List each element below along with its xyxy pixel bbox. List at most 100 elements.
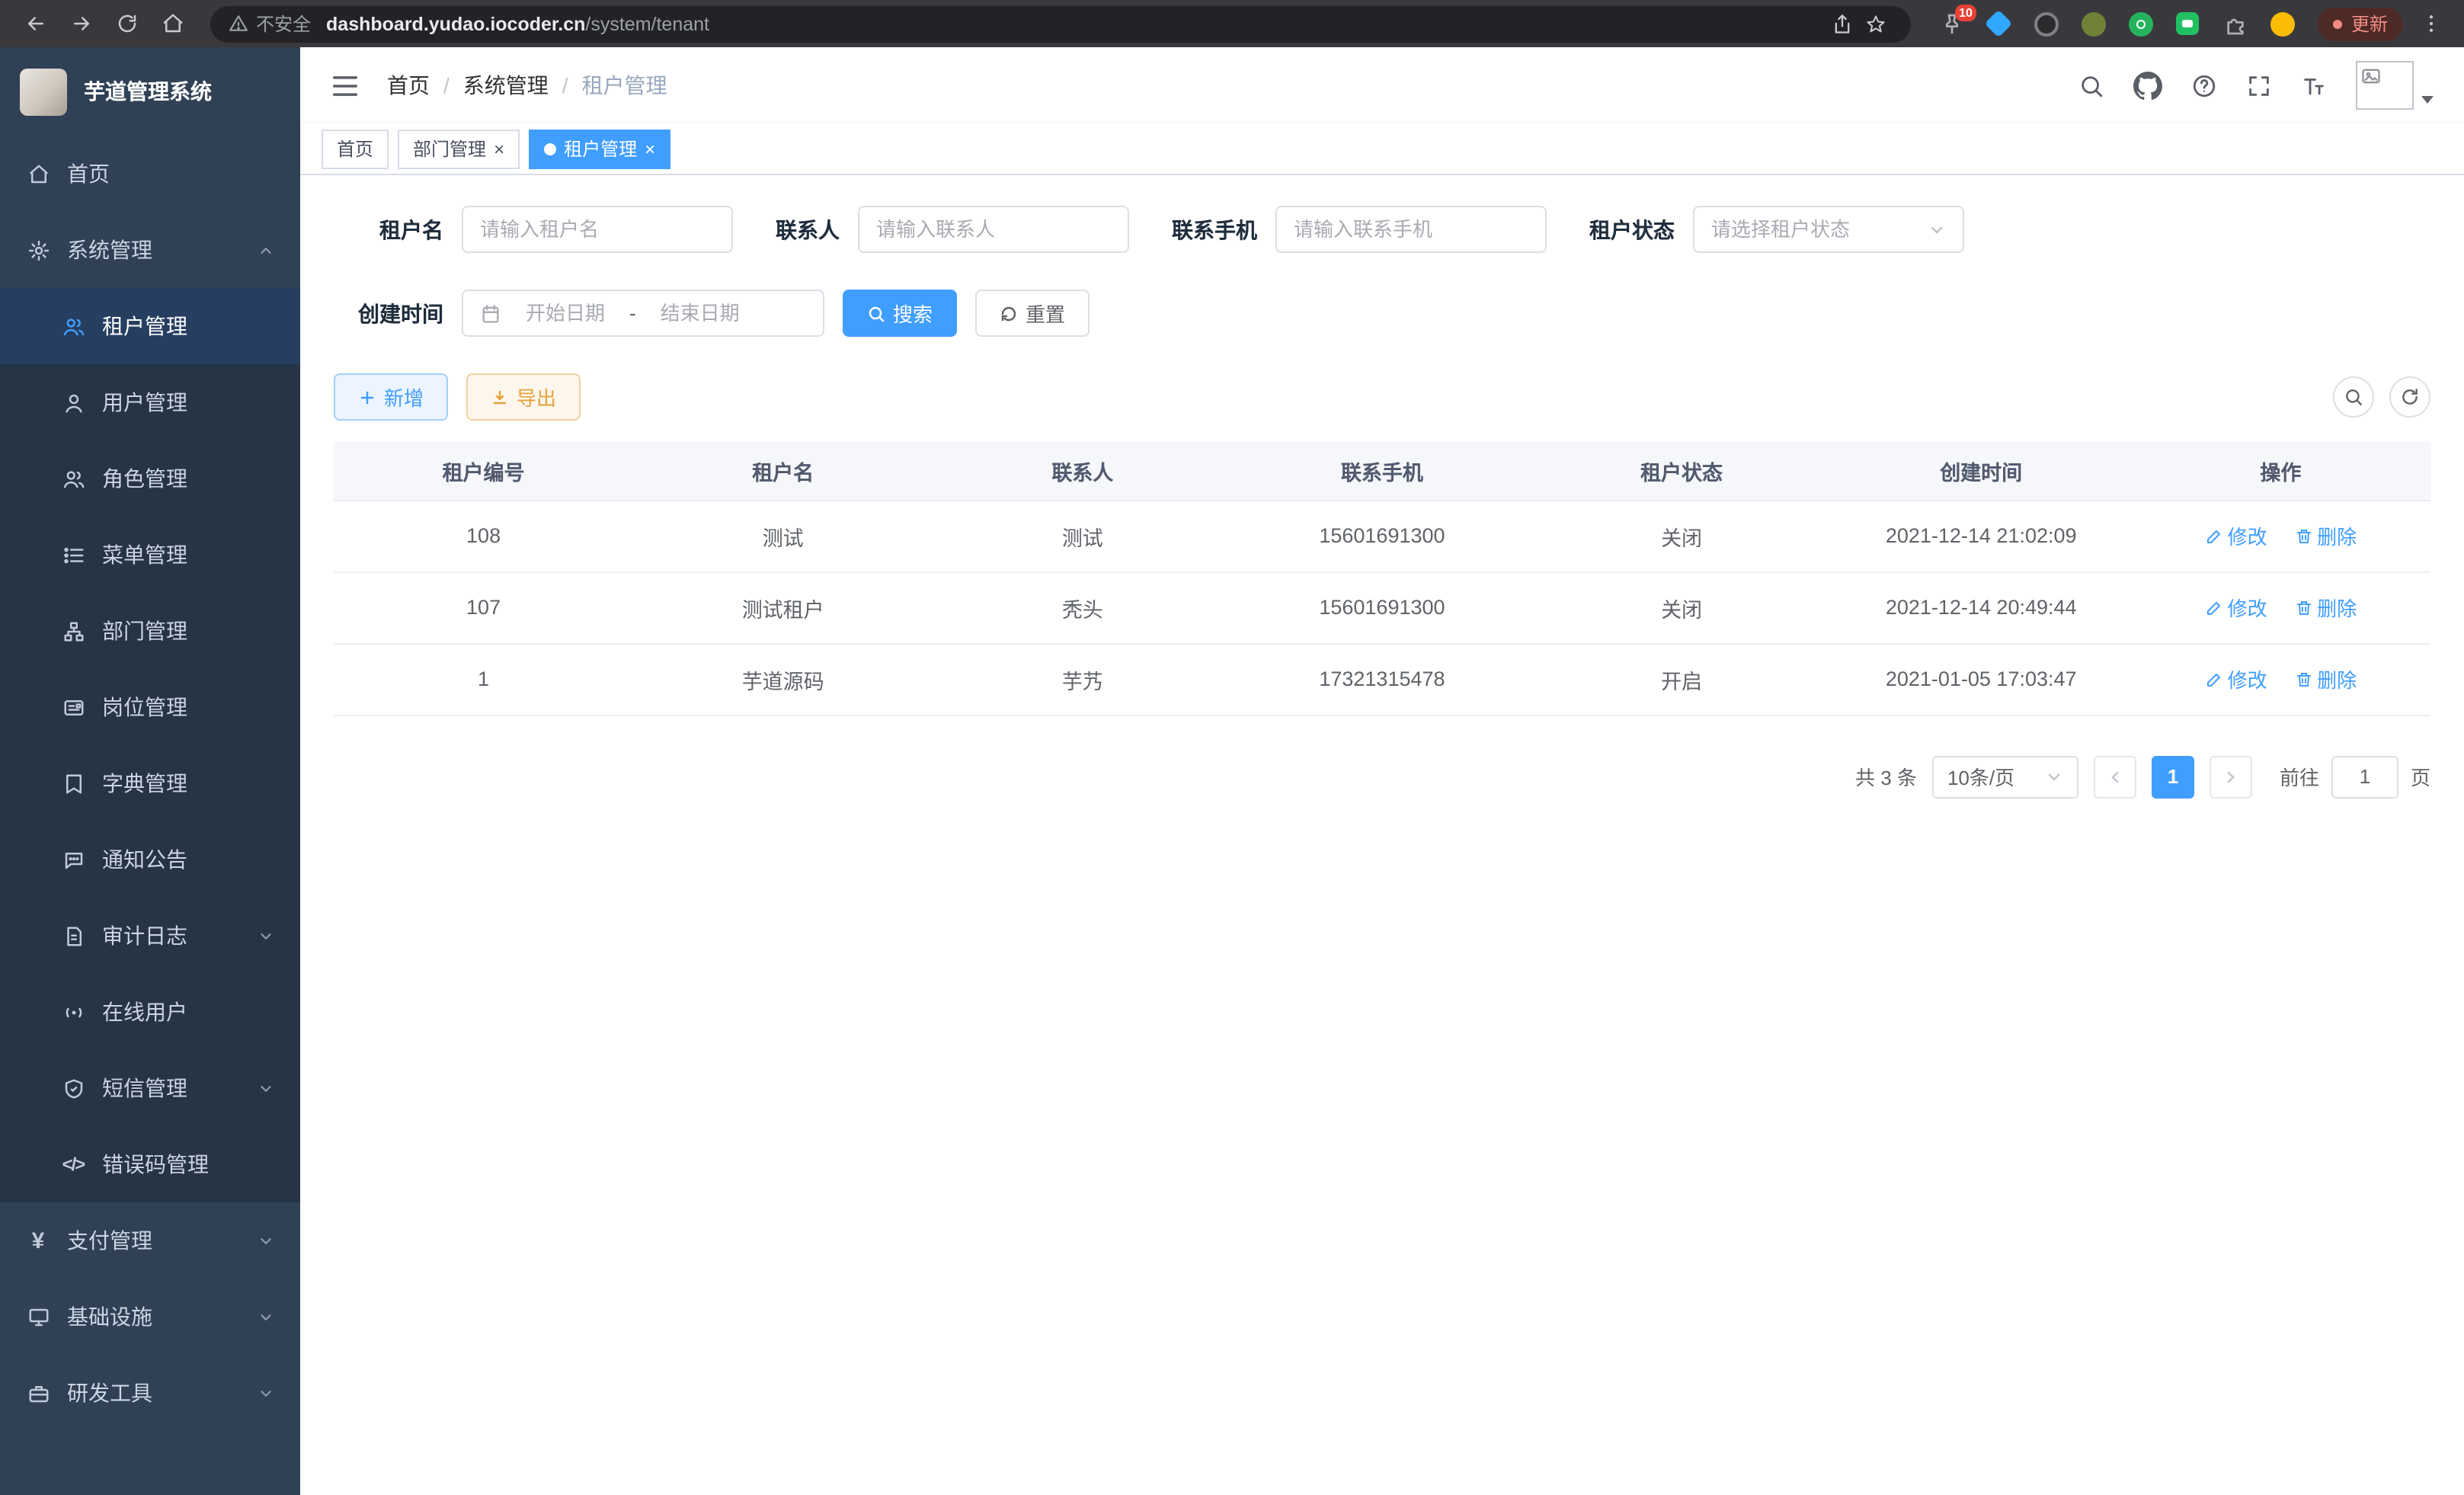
- chevron-left-icon: [2106, 767, 2124, 786]
- date-range-picker[interactable]: -: [462, 290, 824, 337]
- avatar[interactable]: [2356, 61, 2414, 110]
- reset-button[interactable]: 重置: [975, 290, 1090, 337]
- extension-pin-icon[interactable]: 10: [1938, 10, 1966, 37]
- pagination-total: 共 3 条: [1855, 762, 1917, 791]
- goto-page-input[interactable]: [2331, 755, 2398, 798]
- sidebar-item-notice[interactable]: 通知公告: [0, 821, 300, 898]
- page-number-1[interactable]: 1: [2152, 755, 2194, 798]
- breadcrumb-system[interactable]: 系统管理: [463, 70, 549, 101]
- list-icon: [61, 543, 85, 566]
- page-unit-label: 页: [2411, 762, 2430, 791]
- breadcrumb-home[interactable]: 首页: [387, 70, 430, 101]
- browser-profile-avatar[interactable]: [2269, 10, 2296, 37]
- sidebar-item-department-management[interactable]: 部门管理: [0, 593, 300, 669]
- tab-department-management[interactable]: 部门管理 ×: [398, 129, 520, 168]
- download-icon: [491, 388, 509, 406]
- status-select-input[interactable]: [1711, 218, 1918, 241]
- close-icon[interactable]: ×: [494, 139, 504, 158]
- extension-green-square-icon[interactable]: [2174, 10, 2202, 37]
- extension-olive-circle-icon[interactable]: [2080, 10, 2107, 37]
- phone-input[interactable]: [1294, 218, 1528, 241]
- delete-button[interactable]: 删除: [2294, 593, 2357, 622]
- font-size-icon[interactable]: [2301, 72, 2327, 98]
- browser-forward-button[interactable]: [61, 4, 101, 43]
- github-icon[interactable]: [2133, 71, 2162, 100]
- prev-page-button[interactable]: [2094, 755, 2136, 798]
- sidebar-item-error-code-management[interactable]: </> 错误码管理: [0, 1126, 300, 1202]
- sidebar-item-payment-management[interactable]: ¥ 支付管理: [0, 1202, 300, 1279]
- extension-dark-circle-icon[interactable]: [2033, 10, 2060, 37]
- sidebar-item-menu-management[interactable]: 菜单管理: [0, 517, 300, 593]
- add-button[interactable]: 新增: [334, 373, 448, 421]
- sidebar-item-infrastructure[interactable]: 基础设施: [0, 1279, 300, 1355]
- extension-badge: 10: [1955, 4, 1976, 21]
- yen-icon: ¥: [26, 1228, 50, 1253]
- extensions-puzzle-icon[interactable]: [2222, 10, 2249, 37]
- browser-home-button[interactable]: [152, 4, 192, 43]
- browser-update-button[interactable]: 更新: [2318, 7, 2403, 40]
- sidebar-item-post-management[interactable]: 岗位管理: [0, 669, 300, 745]
- trash-icon: [2294, 670, 2312, 688]
- user-menu[interactable]: [2356, 61, 2434, 110]
- close-icon[interactable]: ×: [645, 139, 655, 158]
- sidebar-item-role-management[interactable]: 角色管理: [0, 440, 300, 517]
- edit-button[interactable]: 修改: [2205, 593, 2267, 622]
- bookmark-star-icon[interactable]: [1859, 7, 1893, 40]
- screen: 不安全 dashboard.yudao.iocoder.cn /system/t…: [0, 0, 2464, 1495]
- sidebar-item-online-users[interactable]: 在线用户: [0, 974, 300, 1050]
- sidebar-item-tenant-management[interactable]: 租户管理: [0, 288, 300, 364]
- edit-icon: [2205, 598, 2223, 616]
- help-icon[interactable]: [2191, 72, 2217, 98]
- address-bar[interactable]: 不安全 dashboard.yudao.iocoder.cn /system/t…: [210, 5, 1911, 42]
- monitor-icon: [26, 1305, 50, 1328]
- sidebar-item-dict-management[interactable]: 字典管理: [0, 745, 300, 821]
- delete-button[interactable]: 删除: [2294, 664, 2357, 693]
- search-button[interactable]: 搜索: [843, 290, 957, 337]
- delete-button[interactable]: 删除: [2294, 521, 2357, 550]
- contact-label: 联系人: [776, 214, 840, 245]
- status-text: 关闭: [1532, 500, 1832, 571]
- security-label: 不安全: [256, 11, 311, 37]
- status-select[interactable]: [1693, 206, 1964, 253]
- sidebar-item-user-management[interactable]: 用户管理: [0, 364, 300, 440]
- share-icon[interactable]: [1826, 7, 1859, 40]
- browser-toolbar: 不安全 dashboard.yudao.iocoder.cn /system/t…: [0, 0, 2464, 47]
- extension-green-circle-icon[interactable]: [2127, 10, 2155, 37]
- fullscreen-icon[interactable]: [2246, 72, 2272, 98]
- sidebar-item-system-management[interactable]: 系统管理: [0, 212, 300, 288]
- tab-home[interactable]: 首页: [322, 129, 389, 168]
- date-separator: -: [629, 302, 636, 325]
- status-text: 开启: [1532, 643, 1832, 715]
- sidebar-item-home[interactable]: 首页: [0, 136, 300, 212]
- edit-button[interactable]: 修改: [2205, 664, 2267, 693]
- browser-menu-button[interactable]: [2412, 5, 2449, 42]
- tenant-name-field[interactable]: [462, 206, 733, 253]
- next-page-button[interactable]: [2210, 755, 2252, 798]
- sidebar-item-audit-log[interactable]: 审计日志: [0, 898, 300, 974]
- contact-input[interactable]: [876, 218, 1111, 241]
- sidebar-item-dev-tools[interactable]: 研发工具: [0, 1355, 300, 1431]
- tab-tenant-management[interactable]: 租户管理 ×: [529, 129, 670, 168]
- sidebar-logo[interactable]: 芋道管理系统: [0, 47, 300, 136]
- date-start-input[interactable]: [510, 302, 620, 325]
- edit-button[interactable]: 修改: [2205, 521, 2267, 550]
- export-button[interactable]: 导出: [466, 373, 581, 421]
- toggle-search-button[interactable]: [2333, 376, 2374, 418]
- table-row: 1 芋道源码 芋艿 17321315478 开启 2021-01-05 17:0…: [334, 643, 2430, 715]
- contact-field[interactable]: [858, 206, 1129, 253]
- sidebar-collapse-button[interactable]: [331, 71, 360, 100]
- tenant-name-input[interactable]: [480, 218, 715, 241]
- search-icon[interactable]: [2078, 72, 2104, 98]
- sidebar-item-sms-management[interactable]: 短信管理: [0, 1050, 300, 1126]
- security-chip[interactable]: 不安全: [229, 11, 311, 37]
- page-size-select[interactable]: 10条/页: [1932, 755, 2078, 798]
- browser-back-button[interactable]: [15, 4, 55, 43]
- browser-reload-button[interactable]: [107, 4, 146, 43]
- extension-blue-icon[interactable]: [1986, 10, 2013, 37]
- table-header-row: 租户编号 租户名 联系人 联系手机 租户状态 创建时间 操作: [334, 442, 2430, 500]
- phone-field[interactable]: [1275, 206, 1547, 253]
- refresh-table-button[interactable]: [2389, 376, 2430, 418]
- chevron-up-icon: [258, 242, 274, 258]
- page-content: 租户名 联系人 联系手机: [300, 175, 2464, 1495]
- date-end-input[interactable]: [645, 302, 755, 325]
